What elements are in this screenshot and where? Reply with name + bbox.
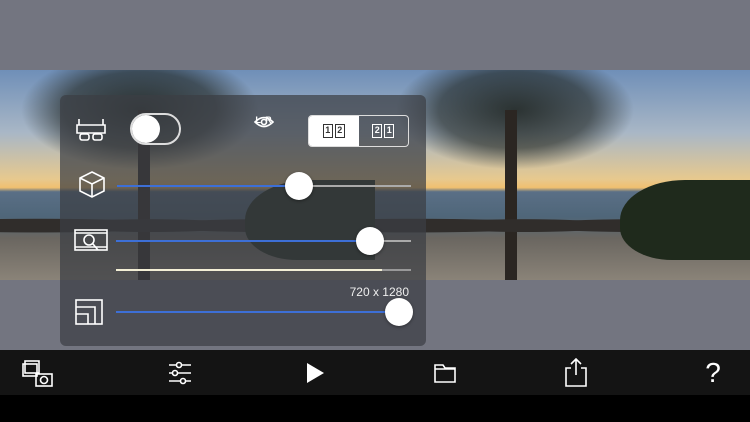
digit: 1 (384, 124, 395, 138)
right-eye-image (375, 70, 750, 280)
adjustments-button[interactable] (163, 358, 197, 388)
folder-button[interactable] (428, 358, 462, 388)
cube-icon (79, 171, 105, 198)
help-button[interactable]: ? (696, 357, 730, 388)
share-button[interactable] (559, 358, 593, 388)
toggle-knob (132, 115, 160, 143)
order-1-2-option[interactable]: 12 (309, 116, 359, 146)
resolution-label: 720 x 1280 (349, 285, 409, 299)
play-icon (307, 363, 324, 383)
palm-trunk (505, 110, 517, 280)
digit: 1 (322, 124, 333, 138)
zoom-slider[interactable] (116, 227, 411, 255)
folder-icon (434, 364, 456, 383)
gallery-camera-button[interactable] (21, 358, 55, 388)
digit: 2 (334, 124, 345, 138)
depth-slider[interactable] (117, 172, 411, 200)
bottom-toolbar: ? (0, 350, 750, 395)
gallery-camera-icon (22, 360, 53, 387)
sliders-icon (169, 361, 191, 385)
bush (620, 180, 750, 260)
home-indicator-area (0, 395, 750, 422)
3d-glasses-icon (76, 119, 106, 141)
digit: 2 (372, 124, 383, 138)
resize-icon (75, 299, 103, 325)
film-zoom-icon (74, 229, 108, 251)
eye-order-control[interactable]: 12 21 (308, 115, 409, 147)
stereo-toggle[interactable] (130, 113, 181, 145)
slider-thumb[interactable] (385, 298, 414, 326)
slider-thumb[interactable] (355, 227, 384, 255)
playback-progress-bar[interactable] (116, 269, 411, 271)
order-2-1-option[interactable]: 21 (359, 116, 409, 146)
play-button[interactable] (298, 358, 332, 388)
resolution-slider[interactable] (116, 298, 414, 326)
eye-lr-label: L R (255, 115, 273, 125)
share-icon (565, 358, 587, 387)
